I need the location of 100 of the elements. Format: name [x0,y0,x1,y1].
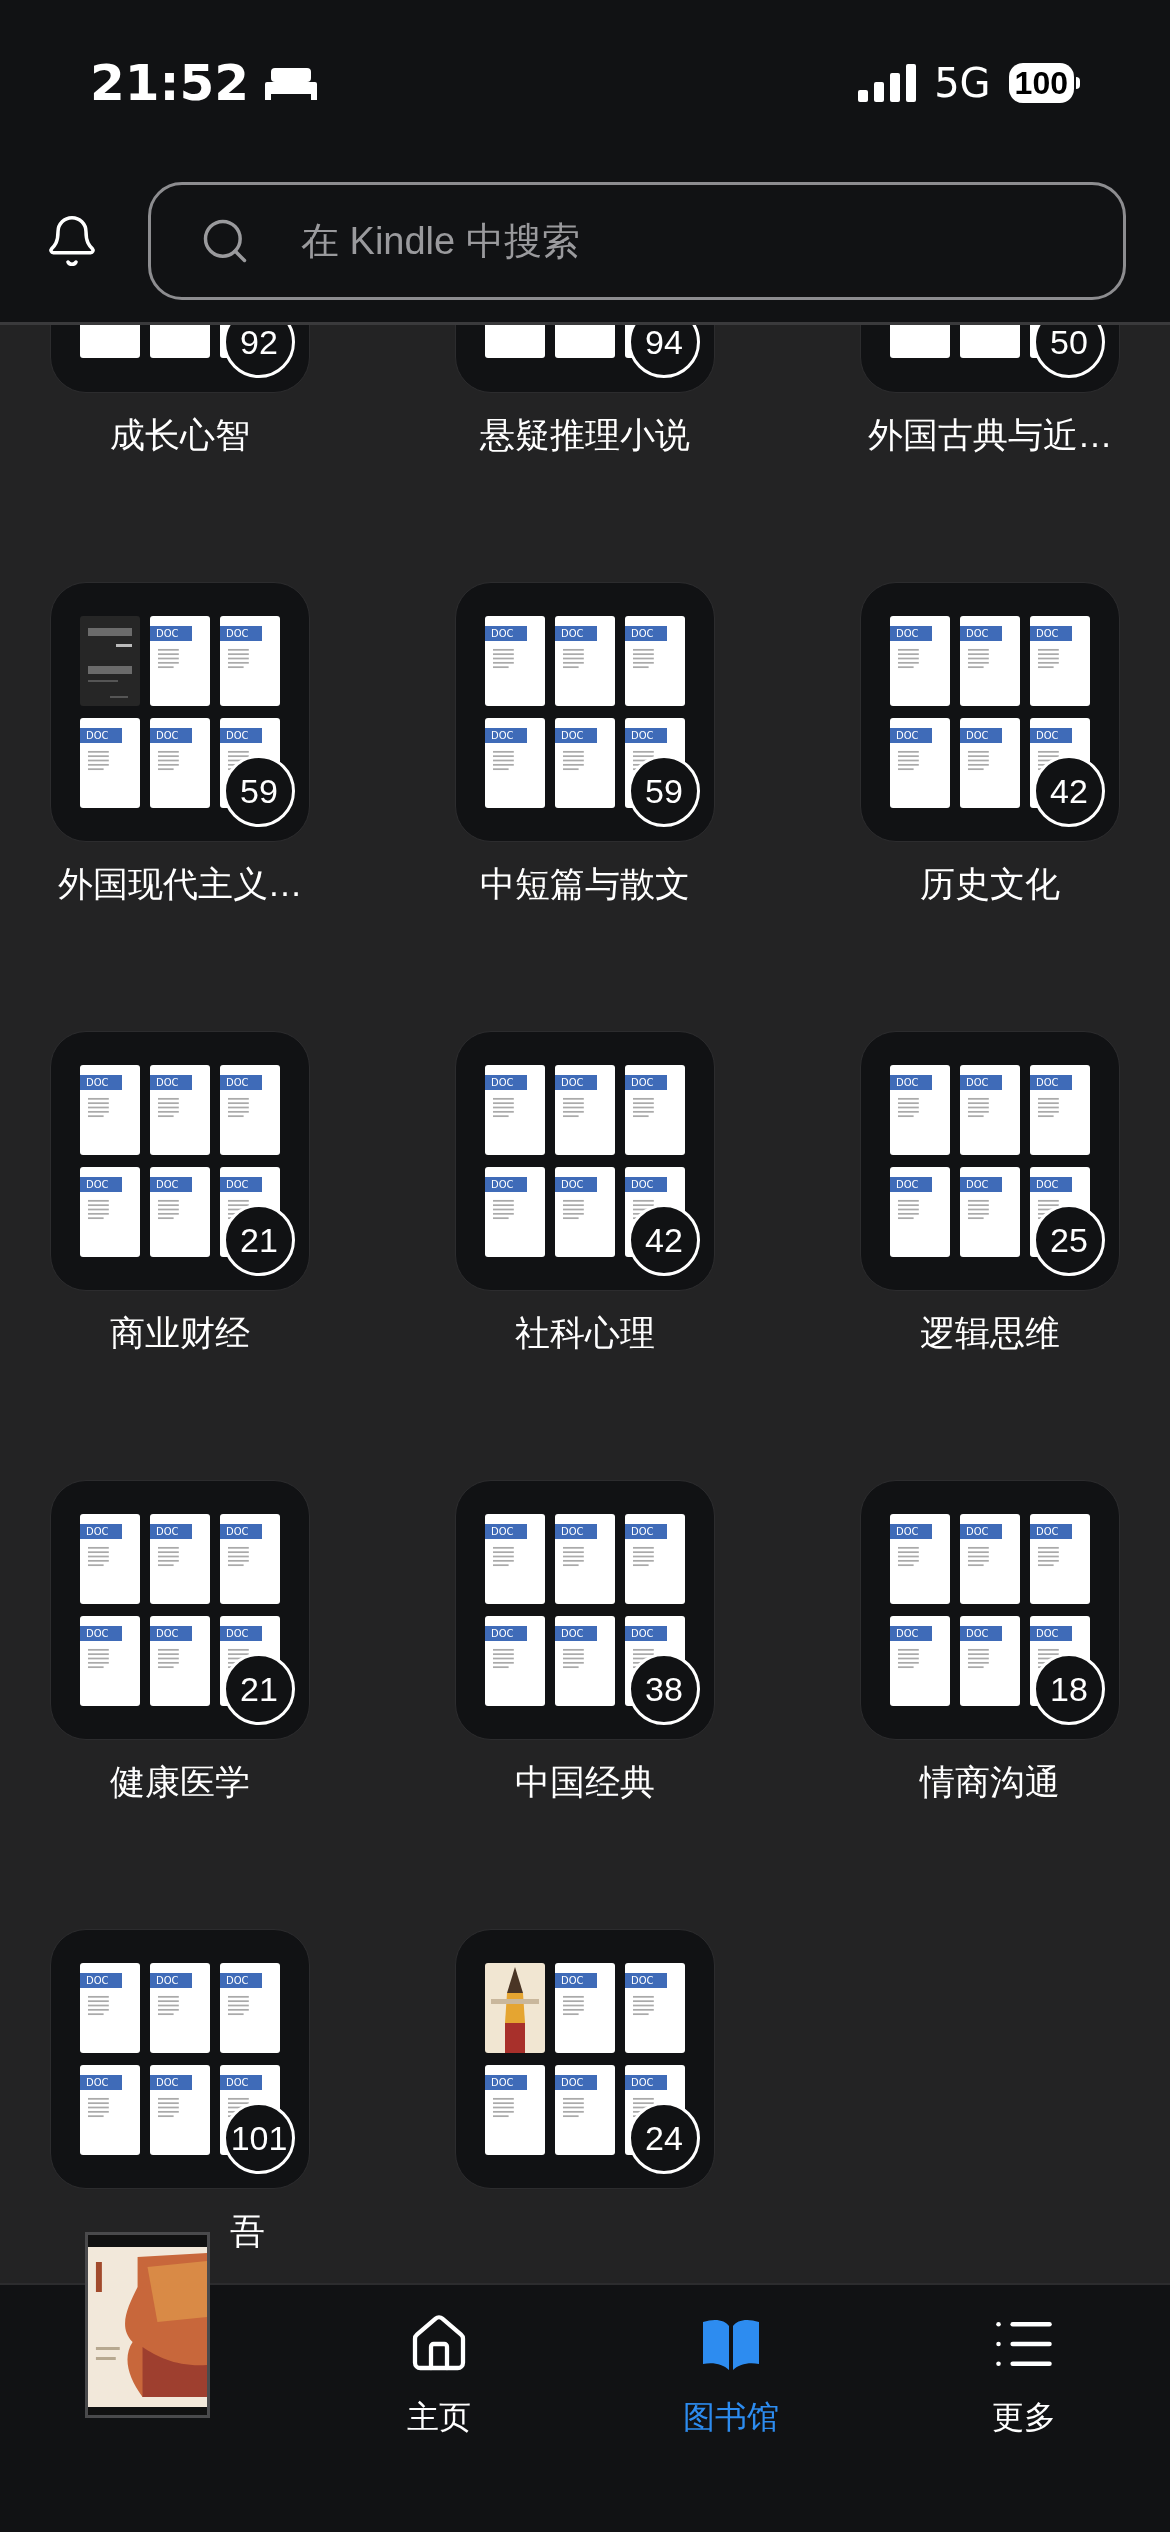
count-badge: 101 [223,2102,295,2174]
doc-label: DOC [1030,1626,1072,1641]
doc-label: DOC [960,1626,1002,1641]
doc-label: DOC [890,1626,932,1641]
doc-label: DOC [220,1177,262,1192]
doc-label: DOC [220,1626,262,1641]
network-label: 5G [934,59,991,108]
nav-tab[interactable]: 主页 [292,2309,585,2441]
doc-label: DOC [80,1177,122,1192]
count-badge: 18 [1033,1653,1105,1725]
doc-label: DOC [960,1177,1002,1192]
collection-title: 健康医学 [110,1761,250,1803]
count-badge: 50 [1033,325,1105,378]
doc-label: DOC [150,626,192,641]
doc-label: DOC [220,1075,262,1090]
doc-label: DOC [150,1075,192,1090]
count-badge: 21 [223,1653,295,1725]
doc-label: DOC [555,1524,597,1539]
collection-title: 情商沟通 [920,1761,1060,1803]
search-field[interactable]: 在 Kindle 中搜索 [148,182,1126,300]
count-badge: 42 [628,1204,700,1276]
doc-label: DOC [485,1177,527,1192]
collection-tile[interactable]: DOC DOC DOC DOC DOC DOC 101 [50,1929,310,2189]
collection-title: 中国经典 [515,1761,655,1803]
count-badge: 59 [628,755,700,827]
doc-label: DOC [555,728,597,743]
doc-label: DOC [1030,728,1072,743]
doc-label: DOC [80,1524,122,1539]
doc-label: DOC [555,2075,597,2090]
doc-label: DOC [1030,626,1072,641]
collection-tile[interactable]: DOC DOC DOC DOC DOC DOC 25 [860,1031,1120,1291]
collection-title: 吾 [230,2210,265,2252]
doc-label: DOC [80,2075,122,2090]
collection-tile[interactable]: 50 [860,325,1120,393]
collection-tile[interactable]: 94 [455,325,715,393]
doc-label: DOC [555,1626,597,1641]
collection-tile[interactable]: DOC DOC DOC DOC DOC DOC 38 [455,1480,715,1740]
count-badge: 38 [628,1653,700,1725]
collection-tile[interactable]: DOC DOC DOC DOC DOC 59 [50,582,310,842]
count-badge: 94 [628,325,700,378]
doc-label: DOC [150,1177,192,1192]
doc-label: DOC [150,1973,192,1988]
nav-tab[interactable]: 更多 [877,2309,1170,2441]
collection-tile[interactable]: DOC DOC DOC DOC DOC DOC 18 [860,1480,1120,1740]
collection-tile[interactable]: 92 [50,325,310,393]
clock: 21:52 [90,52,250,114]
doc-label: DOC [485,1626,527,1641]
doc-label: DOC [890,1524,932,1539]
doc-label: DOC [80,1075,122,1090]
collection-tile[interactable]: DOC DOC DOC DOC DOC 24 [455,1929,715,2189]
collection-title: 悬疑推理小说 [480,414,690,456]
doc-label: DOC [625,1075,667,1090]
doc-label: DOC [485,728,527,743]
doc-label: DOC [220,1973,262,1988]
doc-label: DOC [485,2075,527,2090]
count-badge: 42 [1033,755,1105,827]
doc-label: DOC [960,1524,1002,1539]
collection-tile[interactable]: DOC DOC DOC DOC DOC DOC 42 [455,1031,715,1291]
doc-label: DOC [960,626,1002,641]
count-badge: 21 [223,1204,295,1276]
doc-label: DOC [150,1626,192,1641]
collection-tile[interactable]: DOC DOC DOC DOC DOC DOC 42 [860,582,1120,842]
count-badge: 25 [1033,1204,1105,1276]
doc-label: DOC [555,1075,597,1090]
battery-level: 100 [1008,63,1074,103]
collection-title: 历史文化 [920,863,1060,905]
doc-label: DOC [625,728,667,743]
doc-label: DOC [890,1075,932,1090]
collection-title: 外国古典与近… [867,414,1113,456]
doc-label: DOC [555,1177,597,1192]
collection-tile[interactable]: DOC DOC DOC DOC DOC DOC 59 [455,582,715,842]
doc-label: DOC [80,1626,122,1641]
doc-label: DOC [890,626,932,641]
doc-label: DOC [220,1524,262,1539]
doc-label: DOC [220,626,262,641]
nav-label: 更多 [991,2398,1056,2437]
collection-tile[interactable]: DOC DOC DOC DOC DOC DOC 21 [50,1480,310,1740]
doc-label: DOC [960,728,1002,743]
nav-tab[interactable]: 图书馆 [585,2309,878,2441]
doc-label: DOC [1030,1075,1072,1090]
collection-tile[interactable]: DOC DOC DOC DOC DOC DOC 21 [50,1031,310,1291]
collection-title: 社科心理 [515,1312,655,1354]
doc-label: DOC [485,1524,527,1539]
doc-label: DOC [625,626,667,641]
doc-label: DOC [150,1524,192,1539]
count-badge: 59 [223,755,295,827]
doc-label: DOC [485,1075,527,1090]
count-badge: 24 [628,2102,700,2174]
collection-title: 商业财经 [110,1312,250,1354]
doc-label: DOC [890,728,932,743]
doc-label: DOC [1030,1177,1072,1192]
doc-label: DOC [80,728,122,743]
doc-label: DOC [1030,1524,1072,1539]
collection-title: 中短篇与散文 [480,863,690,905]
doc-label: DOC [625,2075,667,2090]
doc-label: DOC [220,2075,262,2090]
doc-label: DOC [150,728,192,743]
doc-label: DOC [960,1075,1002,1090]
doc-label: DOC [150,2075,192,2090]
doc-label: DOC [80,1973,122,1988]
